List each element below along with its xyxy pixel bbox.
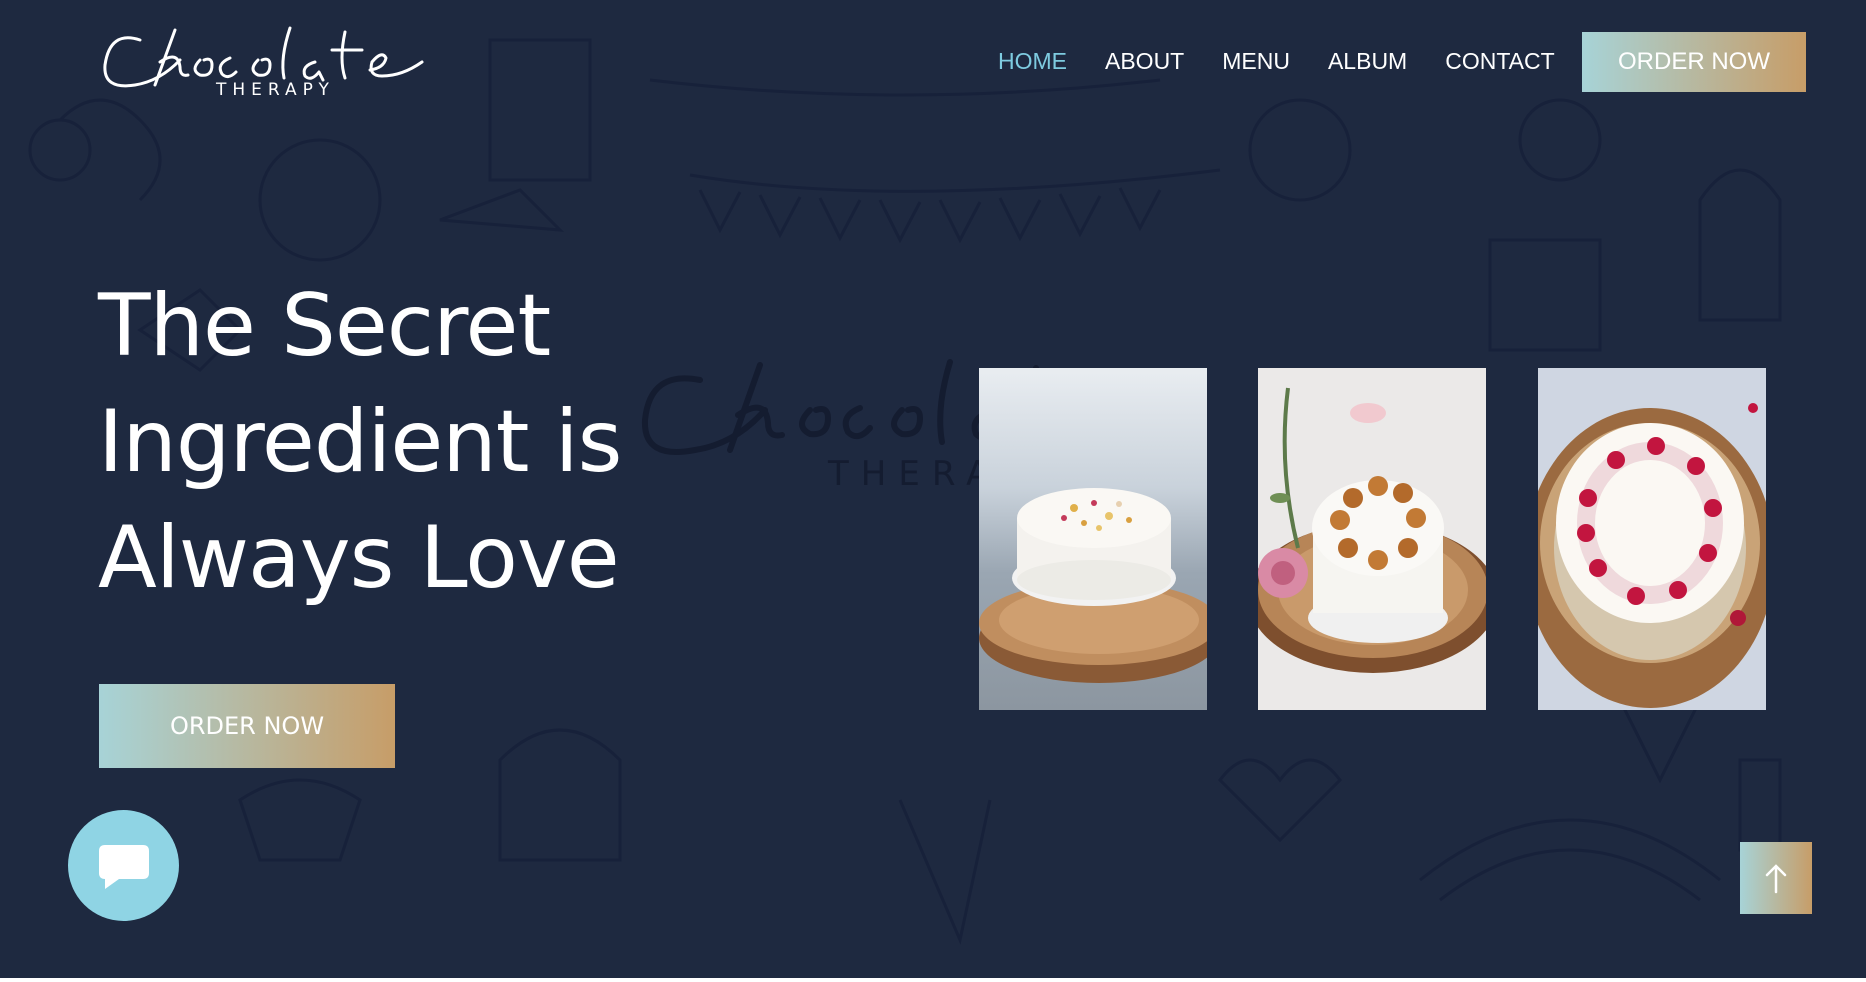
brand-logo[interactable]: THERAPY bbox=[100, 20, 460, 104]
bottom-edge bbox=[0, 978, 1866, 982]
header-order-now-button[interactable]: ORDER NOW bbox=[1582, 32, 1806, 92]
hero-order-now-button[interactable]: ORDER NOW bbox=[99, 684, 395, 768]
logo-subtitle: THERAPY bbox=[216, 80, 335, 100]
cake-photo-2[interactable] bbox=[1258, 368, 1486, 710]
nav-item-about[interactable]: ABOUT bbox=[1105, 46, 1184, 76]
chat-bubble-icon bbox=[98, 844, 149, 889]
nav-item-contact[interactable]: CONTACT bbox=[1445, 46, 1554, 76]
hero-title: The Secret Ingredient is Always Love bbox=[98, 268, 798, 616]
nav-item-home[interactable]: HOME bbox=[998, 46, 1067, 76]
hero-title-line-3: Always Love bbox=[98, 508, 620, 608]
watermark-subtitle: THERA bbox=[828, 454, 1002, 494]
nav-item-menu[interactable]: MENU bbox=[1222, 46, 1290, 76]
hero-title-line-2: Ingredient is bbox=[98, 392, 623, 492]
cake-photo-1[interactable] bbox=[979, 368, 1207, 710]
nav-item-album[interactable]: ALBUM bbox=[1328, 46, 1407, 76]
chat-button[interactable] bbox=[68, 810, 179, 921]
main-nav: HOME ABOUT MENU ALBUM CONTACT bbox=[998, 46, 1593, 76]
arrow-up-icon bbox=[1765, 864, 1787, 894]
cake-photo-3[interactable] bbox=[1538, 368, 1766, 710]
hero-title-line-1: The Secret bbox=[98, 276, 551, 376]
scroll-top-button[interactable] bbox=[1740, 842, 1812, 914]
